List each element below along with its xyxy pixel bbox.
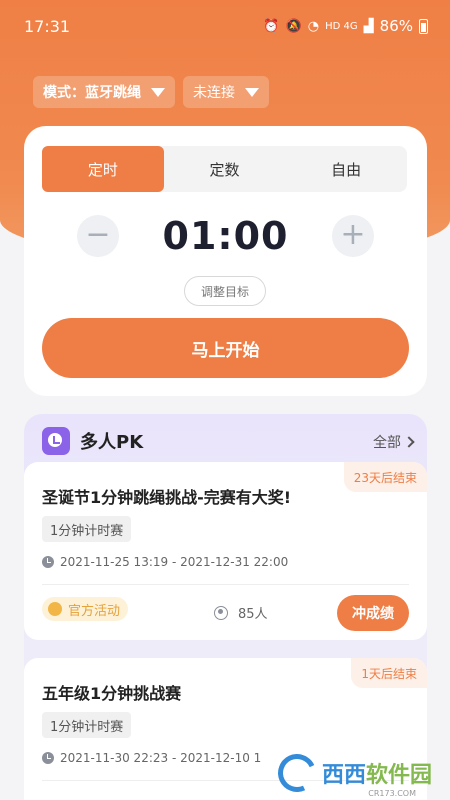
site-watermark: 西西软件园	[272, 748, 432, 798]
adjust-target-button[interactable]: 调整目标	[184, 276, 266, 306]
status-icons: ⏰ 🔕 ◔ HD 4G ▟ 86%	[263, 17, 428, 35]
view-all-label: 全部	[373, 435, 401, 451]
tab-timed[interactable]: 定时	[42, 146, 164, 192]
ends-in-badge: 1天后结束	[351, 658, 427, 688]
event-title: 圣诞节1分钟跳绳挑战-完赛有大奖!	[42, 488, 292, 507]
signal-icon: ▟	[363, 18, 374, 34]
official-activity-label: 官方活动	[68, 603, 121, 619]
mode-select[interactable]: 模式：蓝牙跳绳	[33, 76, 175, 108]
pk-title: 多人PK	[80, 432, 144, 453]
pk-header: 多人PK	[42, 426, 143, 456]
user-icon	[214, 605, 228, 620]
view-all-link[interactable]: 全部	[373, 432, 415, 452]
clock-icon	[42, 556, 54, 568]
medal-icon	[48, 602, 62, 616]
mode-row: 模式：蓝牙跳绳 未连接	[33, 76, 269, 108]
watermark-name-a: 西西	[321, 763, 366, 788]
connection-select[interactable]: 未连接	[183, 76, 269, 108]
pk-clock-icon	[42, 427, 70, 455]
status-bar: 17:31 ⏰ 🔕 ◔ HD 4G ▟ 86%	[0, 0, 450, 52]
watermark-url: CR173.COM	[368, 789, 416, 798]
event-card[interactable]: 23天后结束 圣诞节1分钟跳绳挑战-完赛有大奖! 1分钟计时赛 2021-11-…	[24, 462, 427, 640]
wifi-icon: ◔	[307, 18, 320, 34]
improve-score-button[interactable]: 冲成绩	[337, 595, 409, 631]
watermark-logo-icon	[272, 748, 322, 798]
watermark-text: 西西软件园	[322, 757, 432, 789]
ends-in-badge: 23天后结束	[343, 462, 427, 492]
clock-icon	[42, 752, 54, 764]
participants-count: 85人	[214, 603, 268, 622]
tab-count[interactable]: 定数	[164, 146, 286, 192]
caret-down-icon	[245, 87, 259, 97]
event-date-range: 2021-11-30 22:23 - 2021-12-10 1	[60, 751, 262, 765]
alarm-icon: ⏰	[263, 18, 280, 34]
chevron-right-icon	[403, 436, 415, 448]
tab-free[interactable]: 自由	[285, 146, 407, 192]
battery-icon	[419, 18, 428, 34]
event-type-tag: 1分钟计时赛	[42, 712, 132, 738]
official-activity-tag: 官方活动	[42, 597, 129, 621]
increase-button[interactable]: +	[332, 215, 374, 257]
event-title: 五年级1分钟挑战赛	[42, 684, 182, 703]
network-label: HD 4G	[325, 20, 358, 32]
status-time: 17:31	[24, 16, 71, 36]
battery-percent: 86%	[379, 17, 413, 35]
caret-down-icon	[151, 87, 165, 97]
mode-segmented-control: 定时 定数 自由	[42, 146, 407, 192]
event-type-tag: 1分钟计时赛	[42, 516, 132, 542]
mute-icon: 🔕	[285, 18, 302, 34]
timer-card: 定时 定数 自由 − 01:00 + 调整目标 马上开始	[24, 126, 427, 396]
watermark-name-b: 软件园	[365, 763, 432, 788]
event-date-row: 2021-11-25 13:19 - 2021-12-31 22:00	[42, 555, 288, 569]
event-date-row: 2021-11-30 22:23 - 2021-12-10 1	[42, 751, 261, 765]
event-date-range: 2021-11-25 13:19 - 2021-12-31 22:00	[60, 555, 289, 569]
start-now-button[interactable]: 马上开始	[42, 318, 409, 378]
participants-label: 85人	[238, 607, 268, 622]
mode-select-label: 模式：蓝牙跳绳	[43, 85, 141, 101]
connection-select-label: 未连接	[193, 85, 235, 101]
divider	[42, 584, 409, 585]
